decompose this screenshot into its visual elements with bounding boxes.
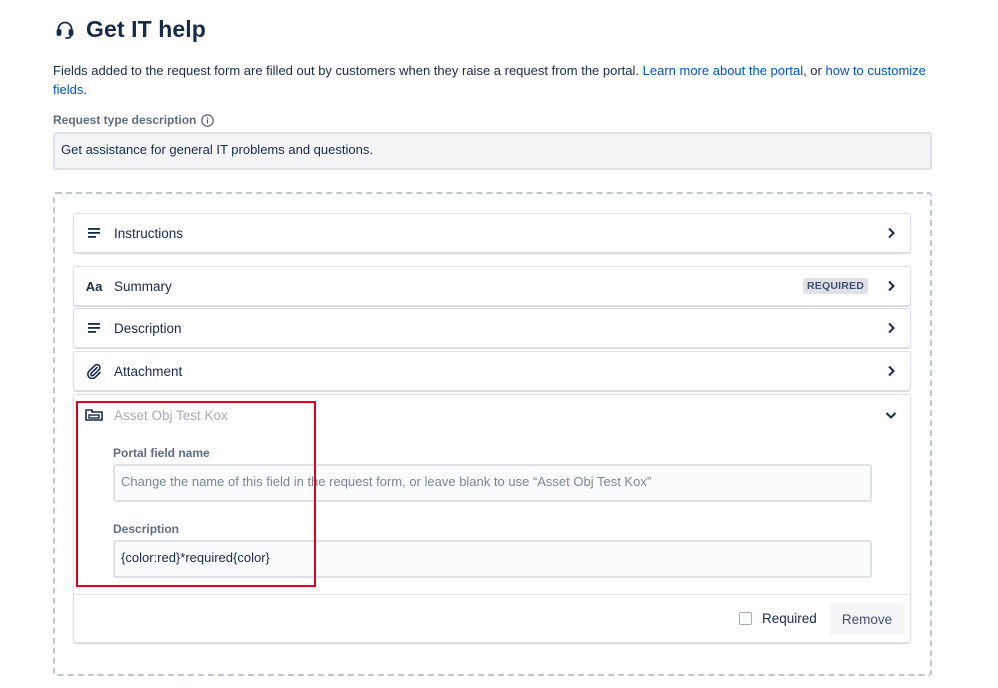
- page-title: Get IT help: [86, 16, 206, 42]
- request-type-description-label-text: Request type description: [53, 113, 197, 127]
- field-label: Attachment: [114, 363, 183, 379]
- field-label: Description: [114, 320, 182, 336]
- text-lines-icon: [74, 308, 114, 348]
- portal-field-name-input[interactable]: Change the name of this field in the req…: [113, 464, 872, 502]
- field-row-summary[interactable]: Aa Summary REQUIRED: [73, 266, 911, 306]
- field-row-asset-expanded: Asset Obj Test Kox Portal field name Cha…: [73, 394, 911, 643]
- description-label: Description: [113, 522, 180, 536]
- intro-text: Fields added to the request form are fil…: [53, 61, 933, 99]
- paperclip-icon: [74, 351, 114, 391]
- field-row-attachment[interactable]: Attachment: [73, 351, 911, 391]
- description-input[interactable]: {color:red}*required{color}: [113, 540, 872, 578]
- chevron-down-icon[interactable]: [872, 396, 910, 434]
- field-row-description[interactable]: Description: [73, 308, 911, 348]
- text-lines-icon: [74, 213, 114, 253]
- headset-icon: [54, 19, 76, 41]
- request-type-description-input[interactable]: Get assistance for general IT problems a…: [53, 132, 932, 170]
- required-checkbox[interactable]: Required: [739, 611, 817, 626]
- portal-field-name-label: Portal field name: [113, 446, 210, 460]
- learn-more-portal-link[interactable]: Learn more about the portal: [643, 63, 803, 78]
- divider: [74, 594, 910, 595]
- chevron-right-icon[interactable]: [872, 214, 910, 252]
- field-label: Asset Obj Test Kox: [114, 407, 228, 423]
- info-icon[interactable]: [201, 113, 215, 127]
- asset-field-header[interactable]: Asset Obj Test Kox: [74, 395, 910, 435]
- chevron-right-icon[interactable]: [872, 267, 910, 305]
- page-header: Get IT help: [54, 16, 206, 43]
- intro-text-after: .: [83, 82, 87, 97]
- chevron-right-icon[interactable]: [872, 309, 910, 347]
- intro-text-before: Fields added to the request form are fil…: [53, 63, 643, 78]
- field-label: Summary: [114, 278, 172, 294]
- text-format-icon: Aa: [85, 278, 103, 294]
- field-row-instructions[interactable]: Instructions: [73, 213, 911, 253]
- field-label: Instructions: [114, 225, 184, 241]
- checkbox-box[interactable]: [739, 612, 752, 625]
- request-type-description-label: Request type description: [53, 113, 215, 127]
- chevron-right-icon[interactable]: [872, 352, 910, 390]
- intro-text-middle: , or: [803, 63, 826, 78]
- remove-button[interactable]: Remove: [830, 603, 904, 635]
- asset-object-icon: [74, 395, 114, 435]
- required-badge: REQUIRED: [802, 278, 868, 294]
- required-checkbox-label: Required: [762, 611, 817, 626]
